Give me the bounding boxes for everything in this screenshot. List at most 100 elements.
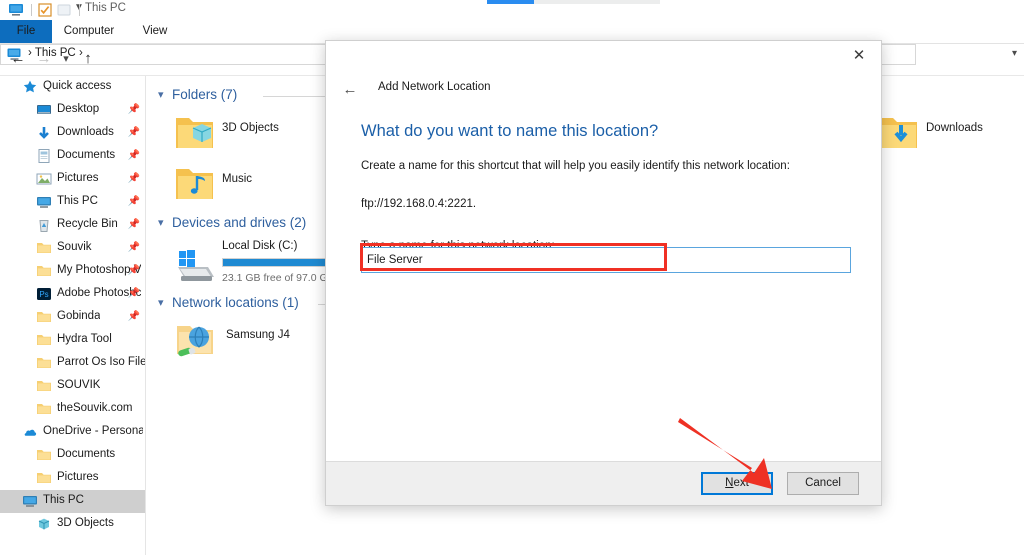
pin-icon[interactable]: 📌	[128, 173, 140, 184]
sidebar-item-hydra-tool[interactable]: Hydra Tool	[0, 329, 146, 352]
sidebar-item-quick-access[interactable]: Quick access	[0, 76, 146, 99]
this-pc-icon[interactable]	[8, 3, 24, 17]
photoshop-icon: Ps	[36, 286, 52, 302]
tab-view[interactable]: View	[126, 20, 184, 43]
sidebar-item-label: This PC	[57, 195, 98, 207]
sidebar-item-pictures[interactable]: Pictures	[0, 467, 146, 490]
sidebar-item-thesouvik-com[interactable]: theSouvik.com	[0, 398, 146, 421]
close-icon[interactable]: ✕	[837, 41, 881, 71]
sidebar-item-downloads[interactable]: Downloads 📌	[0, 122, 146, 145]
tile-label: Music	[222, 173, 253, 185]
folder-icon	[36, 447, 52, 463]
desktop-icon	[36, 102, 52, 118]
tab-computer[interactable]: Computer	[52, 20, 126, 43]
local-disk-icon	[178, 250, 214, 281]
breadcrumb-separator-end: ›	[78, 47, 83, 59]
folder-downloads-icon	[880, 118, 917, 148]
sidebar-item-label: OneDrive - Personal	[43, 425, 143, 437]
breadcrumb-separator: ›	[28, 47, 32, 59]
folder-icon	[36, 470, 52, 486]
pin-icon[interactable]: 📌	[128, 311, 140, 322]
breadcrumb[interactable]: › This PC ›	[28, 47, 83, 59]
folder-icon	[36, 355, 52, 371]
tile-label: Downloads	[926, 122, 983, 134]
tile-downloads[interactable]: Downloads	[864, 109, 1024, 157]
window-title: This PC	[85, 2, 126, 14]
documents-icon	[36, 148, 52, 164]
tile-sublabel: 23.1 GB free of 97.0 GB	[222, 272, 335, 284]
new-folder-icon[interactable]	[57, 3, 71, 17]
sidebar-item-documents[interactable]: Documents	[0, 444, 146, 467]
cancel-button[interactable]: Cancel	[787, 472, 859, 495]
breadcrumb-this-pc[interactable]: This PC	[35, 47, 76, 59]
pin-icon[interactable]: 📌	[128, 219, 140, 230]
folder-3d-objects-icon	[176, 118, 213, 148]
sidebar-item-souvik[interactable]: Souvik 📌	[0, 237, 146, 260]
address-dropdown-chevron-down-icon[interactable]: ▾	[1012, 48, 1017, 59]
red-arrow-icon	[678, 418, 772, 489]
sidebar-item-label: theSouvik.com	[57, 402, 133, 414]
sidebar-item-onedrive-personal[interactable]: OneDrive - Personal	[0, 421, 146, 444]
sidebar-item-3d-objects[interactable]: 3D Objects	[0, 513, 146, 536]
group-title: Devices and drives (2)	[172, 215, 307, 230]
dialog-heading: What do you want to name this location?	[361, 122, 659, 140]
3d-objects-icon	[36, 516, 52, 532]
sidebar-item-gobinda[interactable]: Gobinda 📌	[0, 306, 146, 329]
loading-progress-track	[487, 0, 660, 4]
this-pc-icon	[7, 48, 21, 60]
tile-label: Samsung J4	[226, 329, 290, 341]
sidebar-item-label: Parrot Os Iso File	[57, 356, 145, 368]
sidebar-item-this-pc[interactable]: This PC	[0, 490, 146, 513]
sidebar-item-pictures[interactable]: Pictures 📌	[0, 168, 146, 191]
svg-text:Ps: Ps	[39, 290, 48, 299]
sidebar-item-label: Documents	[57, 149, 116, 161]
sidebar-item-label: Quick access	[43, 80, 112, 92]
sidebar-item-parrot-os-iso-file[interactable]: Parrot Os Iso File	[0, 352, 146, 375]
chevron-down-icon[interactable]: ▾	[158, 216, 164, 229]
sidebar-item-souvik[interactable]: SOUVIK	[0, 375, 146, 398]
sidebar-item-label: SOUVIK	[57, 379, 101, 391]
sidebar-item-documents[interactable]: Documents 📌	[0, 145, 146, 168]
pin-icon[interactable]: 📌	[128, 265, 140, 276]
tile-label: Local Disk (C:)	[222, 240, 298, 252]
sidebar-item-label: This PC	[43, 494, 84, 506]
sidebar-item-recycle-bin[interactable]: Recycle Bin 📌	[0, 214, 146, 237]
sidebar-item-my-photoshop-v[interactable]: My Photoshop V 📌	[0, 260, 146, 283]
pictures-icon	[36, 171, 52, 187]
dialog-footer: Next Cancel	[326, 461, 881, 505]
pin-icon[interactable]: 📌	[128, 104, 140, 115]
folder-icon	[36, 263, 52, 279]
sidebar-item-adobe-photoshc[interactable]: Ps Adobe Photoshc 📌	[0, 283, 146, 306]
dialog-breadcrumb: Add Network Location	[378, 81, 491, 93]
pin-icon[interactable]: 📌	[128, 196, 140, 207]
folder-icon	[36, 309, 52, 325]
folder-icon	[36, 332, 52, 348]
dialog-back-arrow-left-icon[interactable]: ←	[336, 79, 364, 101]
pin-icon[interactable]: 📌	[128, 242, 140, 253]
sidebar-item-desktop[interactable]: Desktop 📌	[0, 99, 146, 122]
chevron-down-icon[interactable]: ▾	[158, 296, 164, 309]
tab-file[interactable]: File	[0, 20, 52, 43]
dialog-description: Create a name for this shortcut that wil…	[361, 160, 790, 172]
add-network-location-dialog: ✕ ← Add Network Location What do you wan…	[325, 40, 882, 506]
titlebar-separator-1	[31, 4, 32, 16]
folder-icon	[36, 240, 52, 256]
sidebar-item-label: Pictures	[57, 172, 99, 184]
sidebar-item-label: Pictures	[57, 471, 99, 483]
sidebar-item-this-pc[interactable]: This PC 📌	[0, 191, 146, 214]
chevron-down-icon[interactable]: ▾	[158, 88, 164, 101]
pin-icon[interactable]: 📌	[128, 150, 140, 161]
navigation-sidebar: Quick access Desktop 📌 Downloads 📌 Documents 📌…	[0, 76, 146, 555]
folder-icon	[36, 378, 52, 394]
tile-label: 3D Objects	[222, 122, 279, 134]
sidebar-item-label: Hydra Tool	[57, 333, 112, 345]
onedrive-icon	[22, 424, 38, 440]
pin-icon[interactable]: 📌	[128, 127, 140, 138]
sidebar-item-label: Recycle Bin	[57, 218, 118, 230]
pin-icon[interactable]: 📌	[128, 288, 140, 299]
sidebar-item-label: Downloads	[57, 126, 114, 138]
network-location-icon	[177, 326, 213, 357]
sidebar-item-label: Desktop	[57, 103, 100, 115]
sidebar-item-label: Documents	[57, 448, 116, 460]
properties-icon[interactable]	[38, 3, 53, 17]
